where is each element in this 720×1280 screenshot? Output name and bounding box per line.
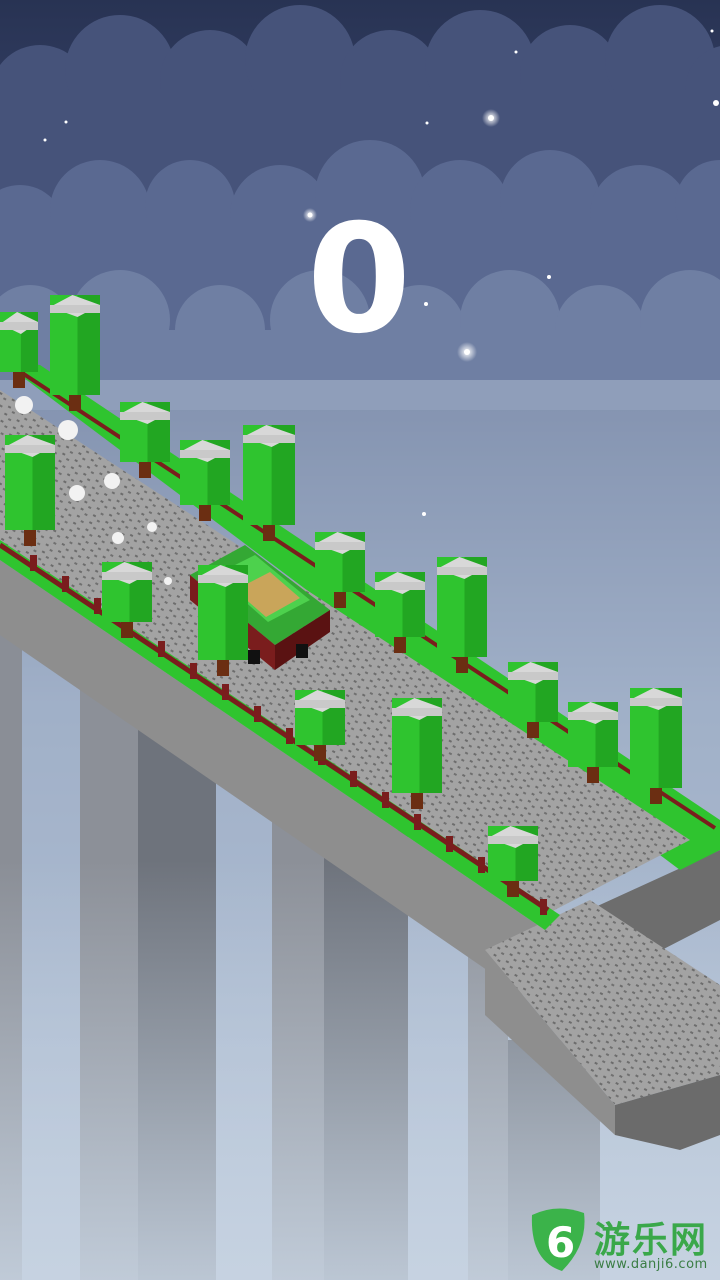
logo-glyph: 6 (546, 1218, 575, 1267)
snowy-tree (243, 425, 295, 541)
snowy-tree (198, 565, 248, 676)
snowy-tree (392, 698, 442, 809)
snowy-tree (5, 435, 55, 546)
game-scene[interactable] (0, 0, 720, 1280)
snowy-tree (437, 557, 487, 673)
snowy-tree (630, 688, 682, 804)
leaf-logo-icon: 6 (531, 1208, 585, 1271)
watermark-url: www.danji6.com (594, 1257, 708, 1272)
watermark-brand: 游乐网 (594, 1220, 709, 1261)
site-watermark: 6 游乐网 www.danji6.com (520, 1205, 720, 1280)
score-counter: 0 (306, 193, 414, 367)
